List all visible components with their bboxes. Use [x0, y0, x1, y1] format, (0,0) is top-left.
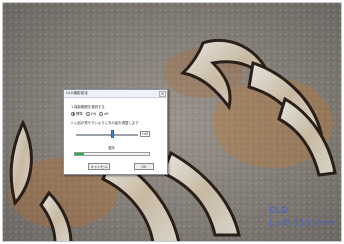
radio-standard[interactable]: 標準	[71, 111, 83, 116]
radio-label: ON	[90, 111, 96, 116]
progress-fill	[75, 153, 84, 155]
length-readout: L=0.911 mm	[269, 218, 335, 229]
ok-button[interactable]: OK	[134, 163, 154, 170]
radio-indicator	[85, 111, 90, 116]
radio-on[interactable]: ON	[85, 111, 96, 116]
microscope-image	[3, 3, 341, 241]
dld-settings-dialog: DLD撮影設定 × 1 撮影範囲を選択する 標準 ON off 2 山谷が見やす…	[63, 89, 168, 175]
hint-text: 2 山谷が見やすいように光の量を調整します	[71, 121, 139, 125]
dialog-titlebar[interactable]: DLD撮影設定	[64, 90, 167, 98]
radio-indicator	[99, 111, 103, 116]
progress-bar	[74, 152, 150, 156]
slider-value-field[interactable]: 140	[140, 131, 150, 137]
radio-label: 標準	[76, 112, 83, 116]
measurement-label: DLD	[269, 206, 288, 216]
radio-indicator	[71, 111, 75, 116]
mode-radio-group: 標準 ON off	[71, 111, 108, 116]
light-slider-track[interactable]	[76, 134, 138, 136]
microscope-viewport: DLD撮影設定 × 1 撮影範囲を選択する 標準 ON off 2 山谷が見やす…	[2, 2, 342, 242]
progress-label: 進捗	[108, 146, 115, 150]
radio-off[interactable]: off	[99, 111, 109, 116]
light-slider-thumb[interactable]	[111, 130, 114, 138]
close-button[interactable]: ×	[159, 91, 166, 97]
dialog-title: DLD撮影設定	[66, 91, 88, 95]
section-label: 1 撮影範囲を選択する	[71, 105, 105, 109]
cancel-button[interactable]: キャンセル	[88, 163, 110, 170]
radio-label: off	[104, 111, 109, 116]
